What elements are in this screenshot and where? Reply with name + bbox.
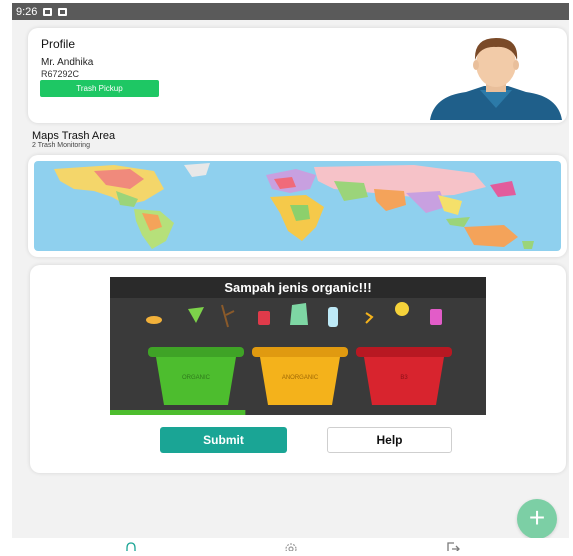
can-icon xyxy=(258,311,270,325)
trash-bins-banner: Sampah jenis organic!!! ORGANIC ANORGANI… xyxy=(110,277,486,415)
app-screen: 9:26 Profile Mr. Andhika R67292C Trash P… xyxy=(12,3,569,551)
add-button[interactable]: + xyxy=(517,499,557,539)
profile-id: R67292C xyxy=(41,69,80,79)
bell-icon[interactable] xyxy=(123,541,139,551)
bottle-icon xyxy=(328,307,338,327)
plus-icon: + xyxy=(528,502,546,533)
bag-icon xyxy=(290,303,308,325)
map-card[interactable] xyxy=(28,155,567,257)
avatar xyxy=(430,38,562,120)
bin-label-anorganic: ANORGANIC xyxy=(282,375,319,381)
leaf-icon xyxy=(146,316,162,324)
logout-icon[interactable] xyxy=(445,541,461,551)
profile-title: Profile xyxy=(41,37,76,51)
bulb-icon xyxy=(395,302,409,316)
spray-icon xyxy=(430,309,442,325)
maps-title: Maps Trash Area xyxy=(32,130,116,142)
bottom-nav xyxy=(12,538,569,551)
bin-label-organic: ORGANIC xyxy=(182,375,211,381)
help-button[interactable]: Help xyxy=(327,427,452,453)
banner-progress-fill xyxy=(110,410,246,415)
world-map[interactable] xyxy=(34,161,561,251)
status-time: 9:26 xyxy=(16,5,38,18)
status-bar: 9:26 xyxy=(12,3,569,20)
profile-card: Profile Mr. Andhika R67292C Trash Pickup xyxy=(28,28,567,123)
submit-button[interactable]: Submit xyxy=(160,427,287,453)
profile-name: Mr. Andhika xyxy=(41,57,94,68)
maps-subtitle: 2 Trash Monitoring xyxy=(32,142,90,149)
gear-icon[interactable] xyxy=(283,541,299,551)
trash-card: Sampah jenis organic!!! ORGANIC ANORGANI… xyxy=(30,265,566,473)
bin-label-b3: B3 xyxy=(400,375,408,381)
trash-pickup-button[interactable]: Trash Pickup xyxy=(40,80,159,97)
banner-heading: Sampah jenis organic!!! xyxy=(224,280,371,295)
notification-icon xyxy=(43,7,53,16)
notification-icon xyxy=(58,7,68,16)
